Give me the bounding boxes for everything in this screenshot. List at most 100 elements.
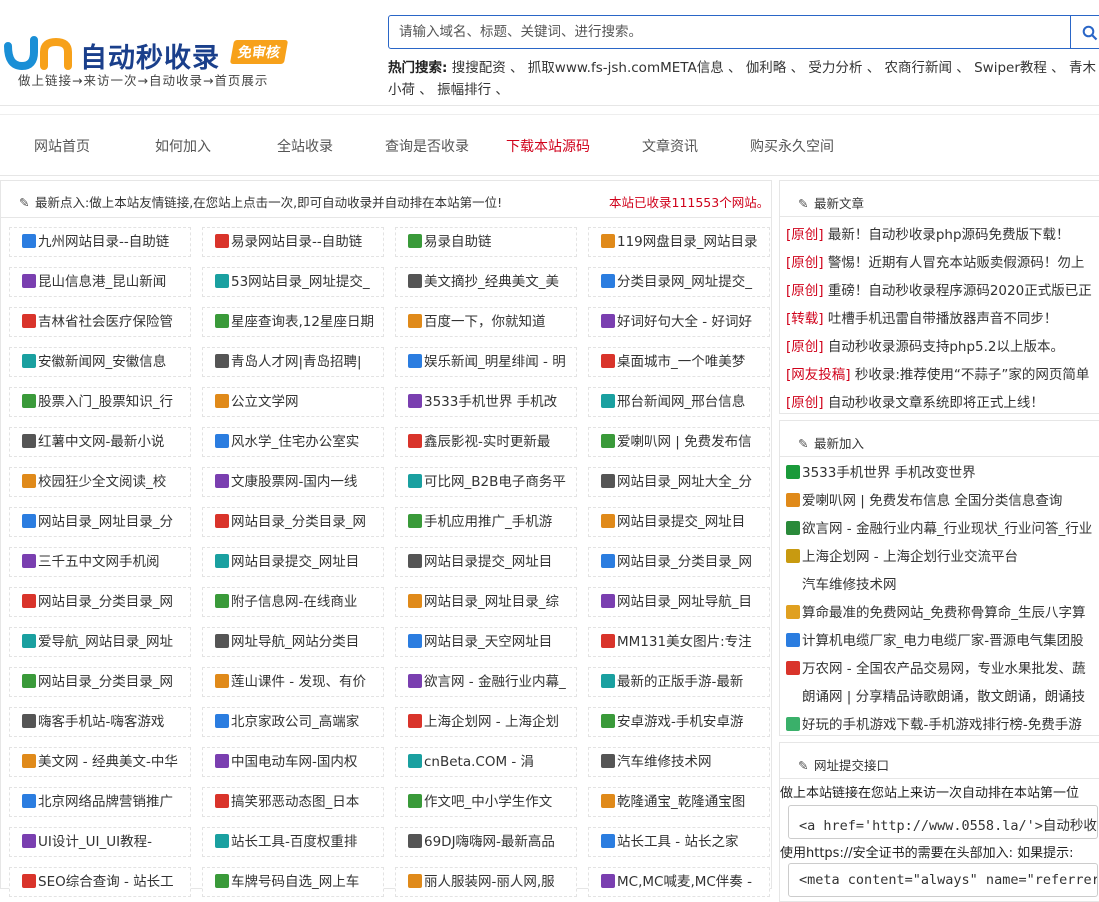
- hot-search-link[interactable]: 抓取www.fs-jsh.comMETA信息: [528, 60, 724, 76]
- recent-site-link[interactable]: 汽车维修技术网: [786, 573, 897, 593]
- search-button[interactable]: [1070, 15, 1099, 49]
- site-link[interactable]: 53网站目录_网址提交_: [202, 267, 384, 297]
- site-link[interactable]: SEO综合查询 - 站长工: [9, 867, 191, 897]
- site-link[interactable]: 青岛人才网|青岛招聘|: [202, 347, 384, 377]
- site-link[interactable]: 安卓游戏-手机安卓游: [588, 707, 770, 737]
- site-link[interactable]: 站长工具 - 站长之家: [588, 827, 770, 857]
- site-link[interactable]: 星座查询表,12星座日期: [202, 307, 384, 337]
- recent-site-link[interactable]: 朗诵网 | 分享精品诗歌朗诵，散文朗诵，朗诵技: [786, 685, 1085, 705]
- site-link[interactable]: 站长工具-百度权重排: [202, 827, 384, 857]
- nav-all-sites[interactable]: 全站收录: [277, 136, 333, 156]
- hot-search-link[interactable]: 振幅排行: [437, 82, 491, 98]
- site-link[interactable]: 美文摘抄_经典美文_美: [395, 267, 577, 297]
- nav-how-to-join[interactable]: 如何加入: [155, 136, 211, 156]
- search-input[interactable]: [388, 15, 1071, 49]
- link-code-box[interactable]: <a href='http://www.0558.la/'>自动秒收录</a>: [788, 805, 1098, 839]
- site-link[interactable]: 网站目录提交_网址目: [588, 507, 770, 537]
- recent-site-link[interactable]: 3533手机世界 手机改变世界: [786, 461, 976, 481]
- article-link[interactable]: [原创] 警惕！近期有人冒充本站贩卖假源码！勿上: [786, 251, 1084, 271]
- site-link[interactable]: 昆山信息港_昆山新闻: [9, 267, 191, 297]
- recent-site-link[interactable]: 欲言网 - 金融行业内幕_行业现状_行业问答_行业: [786, 517, 1092, 537]
- nav-home[interactable]: 网站首页: [34, 136, 90, 156]
- article-link[interactable]: [网友投稿] 秒收录:推荐使用“不蒜子”家的网页简单: [786, 363, 1089, 383]
- site-link[interactable]: 易录自助链: [395, 227, 577, 257]
- site-link[interactable]: 汽车维修技术网: [588, 747, 770, 777]
- nav-articles[interactable]: 文章资讯: [642, 136, 698, 156]
- article-link[interactable]: [原创] 重磅！自动秒收录程序源码2020正式版已正: [786, 279, 1092, 299]
- nav-check-indexed[interactable]: 查询是否收录: [385, 136, 469, 156]
- site-link[interactable]: 车牌号码自选_网上车: [202, 867, 384, 897]
- site-link[interactable]: 九州网站目录--自助链: [9, 227, 191, 257]
- site-link[interactable]: 鑫辰影视-实时更新最: [395, 427, 577, 457]
- recent-site-link[interactable]: 好玩的手机游戏下载-手机游戏排行榜-免费手游: [786, 713, 1082, 733]
- site-link[interactable]: 风水学_住宅办公室实: [202, 427, 384, 457]
- site-logo[interactable]: 自动秒收录 免审核 做上链接→来访一次→自动收录→首页展示: [4, 34, 304, 90]
- site-link[interactable]: 北京网络品牌营销推广: [9, 787, 191, 817]
- site-link[interactable]: 可比网_B2B电子商务平: [395, 467, 577, 497]
- hot-search-link[interactable]: 搜搜配资: [452, 60, 506, 76]
- site-link[interactable]: 网址导航_网站分类目: [202, 627, 384, 657]
- recent-site-link[interactable]: 爱喇叭网 | 免费发布信息 全国分类信息查询: [786, 489, 1062, 509]
- site-link[interactable]: 公立文学网: [202, 387, 384, 417]
- site-link[interactable]: 校园狂少全文阅读_校: [9, 467, 191, 497]
- nav-buy-space[interactable]: 购买永久空间: [750, 136, 834, 156]
- site-link[interactable]: 百度一下，你就知道: [395, 307, 577, 337]
- site-link[interactable]: 作文吧_中小学生作文: [395, 787, 577, 817]
- article-link[interactable]: [原创] 最新！自动秒收录php源码免费版下载！: [786, 223, 1070, 243]
- site-link[interactable]: 爱导航_网站目录_网址: [9, 627, 191, 657]
- recent-site-link[interactable]: 上海企划网 - 上海企划行业交流平台: [786, 545, 1018, 565]
- site-link[interactable]: 网站目录_分类目录_网: [9, 667, 191, 697]
- site-link[interactable]: 莲山课件 - 发现、有价: [202, 667, 384, 697]
- site-link[interactable]: 北京家政公司_高端家: [202, 707, 384, 737]
- site-link[interactable]: 网站目录_网址目录_综: [395, 587, 577, 617]
- site-link[interactable]: MM131美女图片:专注: [588, 627, 770, 657]
- site-link[interactable]: 欲言网 - 金融行业内幕_: [395, 667, 577, 697]
- site-link[interactable]: 文康股票网-国内一线: [202, 467, 384, 497]
- site-link[interactable]: 3533手机世界 手机改: [395, 387, 577, 417]
- site-link[interactable]: 网站目录提交_网址目: [395, 547, 577, 577]
- article-link[interactable]: [原创] 自动秒收录文章系统即将正式上线！: [786, 391, 1044, 411]
- site-link[interactable]: 吉林省社会医疗保险管: [9, 307, 191, 337]
- site-link[interactable]: 乾隆通宝_乾隆通宝图: [588, 787, 770, 817]
- site-link[interactable]: 桌面城市_一个唯美梦: [588, 347, 770, 377]
- site-link[interactable]: 丽人服装网-丽人网,服: [395, 867, 577, 897]
- hot-search-link[interactable]: 农商行新闻: [885, 60, 953, 76]
- recent-site-link[interactable]: 算命最准的免费网站_免费称骨算命_生辰八字算: [786, 601, 1086, 621]
- site-link[interactable]: 分类目录网_网址提交_: [588, 267, 770, 297]
- recent-site-link[interactable]: 万农网 - 全国农产品交易网，专业水果批发、蔬: [786, 657, 1085, 677]
- site-link[interactable]: 手机应用推广_手机游: [395, 507, 577, 537]
- site-link[interactable]: 附子信息网-在线商业: [202, 587, 384, 617]
- site-link[interactable]: 搞笑邪恶动态图_日本: [202, 787, 384, 817]
- site-link[interactable]: 三千五中文网手机阅: [9, 547, 191, 577]
- site-link[interactable]: 好词好句大全 - 好词好: [588, 307, 770, 337]
- site-link[interactable]: cnBeta.COM - 涓: [395, 747, 577, 777]
- site-link[interactable]: 最新的正版手游-最新: [588, 667, 770, 697]
- site-link[interactable]: 网站目录_网址导航_目: [588, 587, 770, 617]
- article-link[interactable]: [原创] 自动秒收录源码支持php5.2以上版本。: [786, 335, 1064, 355]
- site-link[interactable]: 网站目录_网址大全_分: [588, 467, 770, 497]
- site-link[interactable]: 爱喇叭网 | 免费发布信: [588, 427, 770, 457]
- site-link[interactable]: 上海企划网 - 上海企划: [395, 707, 577, 737]
- site-link[interactable]: UI设计_UI_UI教程-: [9, 827, 191, 857]
- hot-search-link[interactable]: 伽利略: [746, 60, 787, 76]
- site-link[interactable]: 网站目录_天空网址目: [395, 627, 577, 657]
- site-link[interactable]: 网站目录_网址目录_分: [9, 507, 191, 537]
- site-link[interactable]: 红薯中文网-最新小说: [9, 427, 191, 457]
- site-link[interactable]: 网站目录_分类目录_网: [9, 587, 191, 617]
- site-link[interactable]: 69DJ嗨嗨网-最新高品: [395, 827, 577, 857]
- site-link[interactable]: 邢台新闻网_邢台信息: [588, 387, 770, 417]
- site-link[interactable]: 安徽新闻网_安徽信息: [9, 347, 191, 377]
- meta-code-box[interactable]: <meta content="always" name="referrer">: [788, 863, 1098, 897]
- site-link[interactable]: 美文网 - 经典美文-中华: [9, 747, 191, 777]
- recent-site-link[interactable]: 计算机电缆厂家_电力电缆厂家-晋源电气集团股: [786, 629, 1084, 649]
- site-link[interactable]: 中国电动车网-国内权: [202, 747, 384, 777]
- site-link[interactable]: 娱乐新闻_明星绯闻 - 明: [395, 347, 577, 377]
- site-link[interactable]: 119网盘目录_网站目录: [588, 227, 770, 257]
- site-link[interactable]: 网站目录提交_网址目: [202, 547, 384, 577]
- site-link[interactable]: 嗨客手机站-嗨客游戏: [9, 707, 191, 737]
- site-link[interactable]: MC,MC喊麦,MC伴奏 -: [588, 867, 770, 897]
- hot-search-link[interactable]: Swiper教程: [974, 60, 1047, 76]
- site-link[interactable]: 股票入门_股票知识_行: [9, 387, 191, 417]
- site-link[interactable]: 网站目录_分类目录_网: [588, 547, 770, 577]
- article-link[interactable]: [转载] 吐槽手机迅雷自带播放器声音不同步！: [786, 307, 1057, 327]
